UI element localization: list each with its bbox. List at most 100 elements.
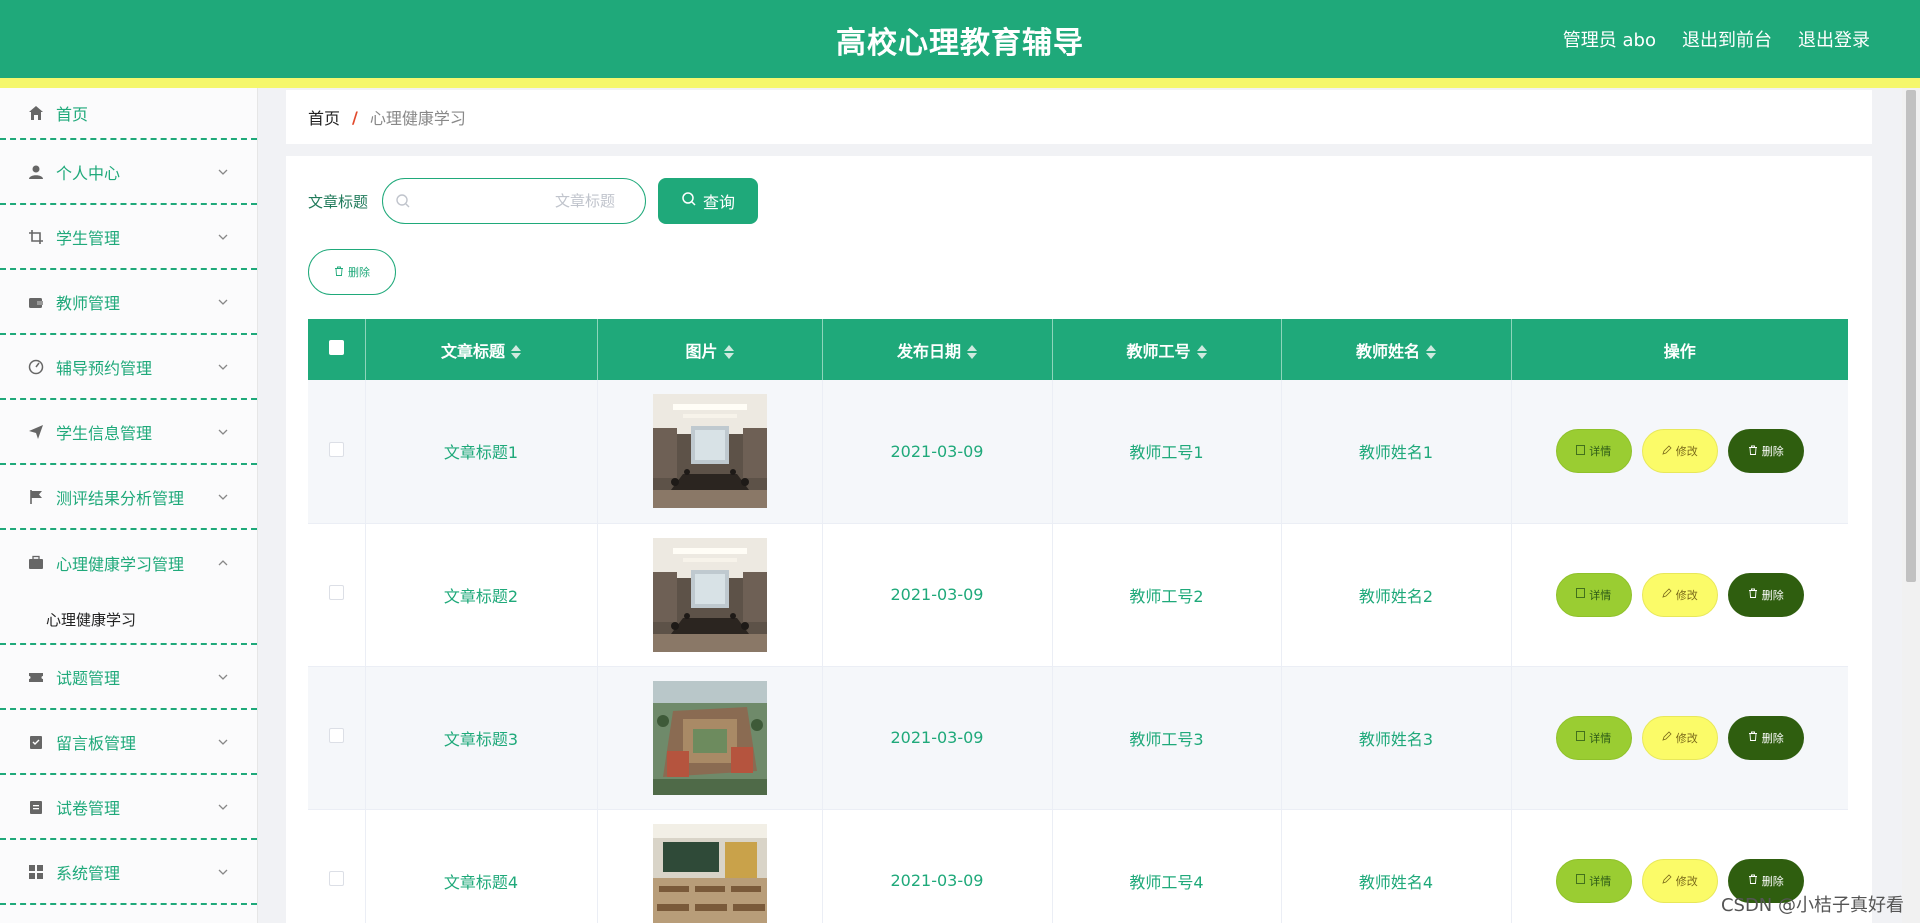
- sidebar-item-question-management[interactable]: 试题管理: [0, 645, 257, 710]
- edit-button-label: 修改: [1675, 588, 1698, 602]
- select-all-cell: [308, 319, 366, 380]
- sidebar-item-teacher-management[interactable]: 教师管理: [0, 270, 257, 335]
- query-button-label: 查询: [703, 193, 736, 212]
- sidebar-item-system-management[interactable]: 系统管理: [0, 840, 257, 905]
- delete-button[interactable]: 删除: [1727, 572, 1804, 617]
- sort-icon[interactable]: [1196, 344, 1207, 360]
- column-header-title[interactable]: 文章标题: [365, 319, 598, 380]
- cell-teacher-name: 教师姓名3: [1281, 666, 1512, 810]
- chevron-down-icon: [215, 734, 231, 750]
- header-actions: 管理员 abo 退出到前台 退出登录: [1563, 26, 1870, 52]
- sidebar-subitem-mental-health-study[interactable]: 心理健康学习: [0, 595, 257, 645]
- logout-link[interactable]: 退出登录: [1798, 26, 1870, 52]
- chevron-down-icon: [215, 164, 231, 180]
- column-header-teacher-id[interactable]: 教师工号: [1052, 319, 1282, 380]
- accent-bar: [0, 78, 1920, 88]
- chevron-down-icon: [215, 799, 231, 815]
- query-button[interactable]: 查询: [658, 178, 759, 224]
- sidebar-item-label: 教师管理: [56, 293, 121, 313]
- table-row: 文章标题4 2021-03-09 教师工号4 教师姓名4 详情 修改 删除: [308, 809, 1848, 923]
- row-checkbox[interactable]: [328, 728, 344, 743]
- sidebar-item-label: 个人中心: [56, 163, 121, 183]
- admin-user-label[interactable]: 管理员 abo: [1563, 26, 1656, 52]
- trash-icon: [1748, 588, 1758, 601]
- home-icon: [26, 103, 46, 123]
- sidebar-item-label: 心理健康学习管理: [56, 554, 185, 574]
- breadcrumb-current: 心理健康学习: [369, 109, 466, 128]
- row-actions: 详情 修改 删除: [1512, 572, 1849, 617]
- detail-button[interactable]: 详情: [1555, 858, 1632, 903]
- edit-button[interactable]: 修改: [1641, 429, 1718, 474]
- sidebar-item-personal-center[interactable]: 个人中心: [0, 140, 257, 205]
- delete-button-label: 删除: [1761, 731, 1784, 745]
- sort-icon[interactable]: [967, 344, 977, 360]
- batch-delete-button[interactable]: 删除: [308, 249, 396, 295]
- row-actions: 详情 修改 删除: [1512, 429, 1849, 474]
- search-input[interactable]: [419, 187, 636, 215]
- trash-icon: [334, 266, 344, 279]
- edit-button[interactable]: 修改: [1641, 858, 1718, 903]
- sidebar-item-label: 学生管理: [56, 228, 121, 248]
- classroom-image: [652, 823, 767, 923]
- user-icon: [26, 162, 46, 182]
- meeting-room-image: [652, 394, 767, 509]
- document-icon: [1576, 444, 1586, 458]
- breadcrumb-home-link[interactable]: 首页: [308, 105, 340, 129]
- delete-button[interactable]: 删除: [1727, 429, 1804, 474]
- watermark-text: CSDN @小桔子真好看: [1720, 895, 1904, 916]
- row-checkbox[interactable]: [328, 585, 344, 600]
- row-checkbox[interactable]: [328, 871, 344, 886]
- chevron-down-icon: [215, 489, 231, 505]
- batch-delete-label: 删除: [348, 266, 370, 279]
- flag-icon: [26, 487, 46, 507]
- chevron-down-icon: [215, 424, 231, 440]
- pencil-icon: [1662, 874, 1672, 887]
- chevron-down-icon: [215, 669, 231, 685]
- detail-button[interactable]: 详情: [1555, 715, 1632, 760]
- sidebar-item-label: 试卷管理: [56, 798, 121, 818]
- sidebar-item-label: 系统管理: [56, 863, 121, 883]
- column-header-actions: 操作: [1511, 319, 1848, 380]
- sidebar-item-label: 试题管理: [56, 668, 121, 688]
- sidebar-item-home[interactable]: 首页: [0, 88, 257, 140]
- trash-icon: [1748, 731, 1758, 744]
- send-icon: [26, 422, 46, 442]
- column-header-label: 发布日期: [896, 341, 961, 361]
- detail-button-label: 详情: [1589, 588, 1612, 602]
- row-checkbox[interactable]: [328, 441, 344, 457]
- sidebar-item-exam-paper[interactable]: 试卷管理: [0, 775, 257, 840]
- sidebar: 首页 个人中心 学生管理 教师管理 辅导预约管理 学生信息管理 测评结果分析管理…: [0, 88, 258, 923]
- cell-title: 文章标题4: [365, 809, 598, 923]
- sort-icon[interactable]: [511, 344, 521, 360]
- sidebar-item-student-info[interactable]: 学生信息管理: [0, 400, 257, 465]
- search-label: 文章标题: [308, 192, 369, 211]
- document-icon: [1576, 874, 1586, 887]
- column-header-image[interactable]: 图片: [597, 319, 823, 380]
- edit-button[interactable]: 修改: [1641, 715, 1718, 760]
- table-row: 文章标题2 2021-03-09 教师工号2 教师姓名2 详情 修改 删除: [308, 523, 1849, 667]
- sidebar-item-message-board[interactable]: 留言板管理: [0, 710, 257, 775]
- column-header-date[interactable]: 发布日期: [822, 319, 1053, 380]
- select-all-checkbox[interactable]: [328, 340, 344, 355]
- chevron-down-icon: [215, 294, 231, 310]
- sidebar-item-assessment-analysis[interactable]: 测评结果分析管理: [0, 465, 257, 530]
- scrollbar-thumb[interactable]: [1906, 90, 1916, 582]
- detail-button[interactable]: 详情: [1555, 572, 1632, 617]
- sort-icon[interactable]: [723, 344, 734, 360]
- exit-to-front-link[interactable]: 退出到前台: [1682, 26, 1772, 52]
- delete-button[interactable]: 删除: [1727, 715, 1804, 760]
- pencil-icon: [1662, 588, 1672, 601]
- sidebar-item-counseling-booking[interactable]: 辅导预约管理: [0, 335, 257, 400]
- page-scrollbar[interactable]: [1902, 88, 1920, 923]
- dashboard-icon: [26, 357, 46, 377]
- sidebar-item-mental-health-study[interactable]: 心理健康学习管理: [0, 530, 257, 595]
- trash-icon: [1748, 445, 1758, 458]
- edit-button[interactable]: 修改: [1641, 572, 1718, 617]
- sort-icon[interactable]: [1426, 344, 1436, 360]
- detail-button-label: 详情: [1589, 874, 1612, 888]
- table-header-row: 文章标题 图片 发布日期 教师工号 教师姓名 操作: [308, 319, 1848, 380]
- column-header-teacher-name[interactable]: 教师姓名: [1281, 319, 1512, 380]
- detail-button[interactable]: 详情: [1555, 429, 1632, 474]
- sidebar-item-student-management[interactable]: 学生管理: [0, 205, 257, 270]
- edit-button-label: 修改: [1675, 445, 1698, 459]
